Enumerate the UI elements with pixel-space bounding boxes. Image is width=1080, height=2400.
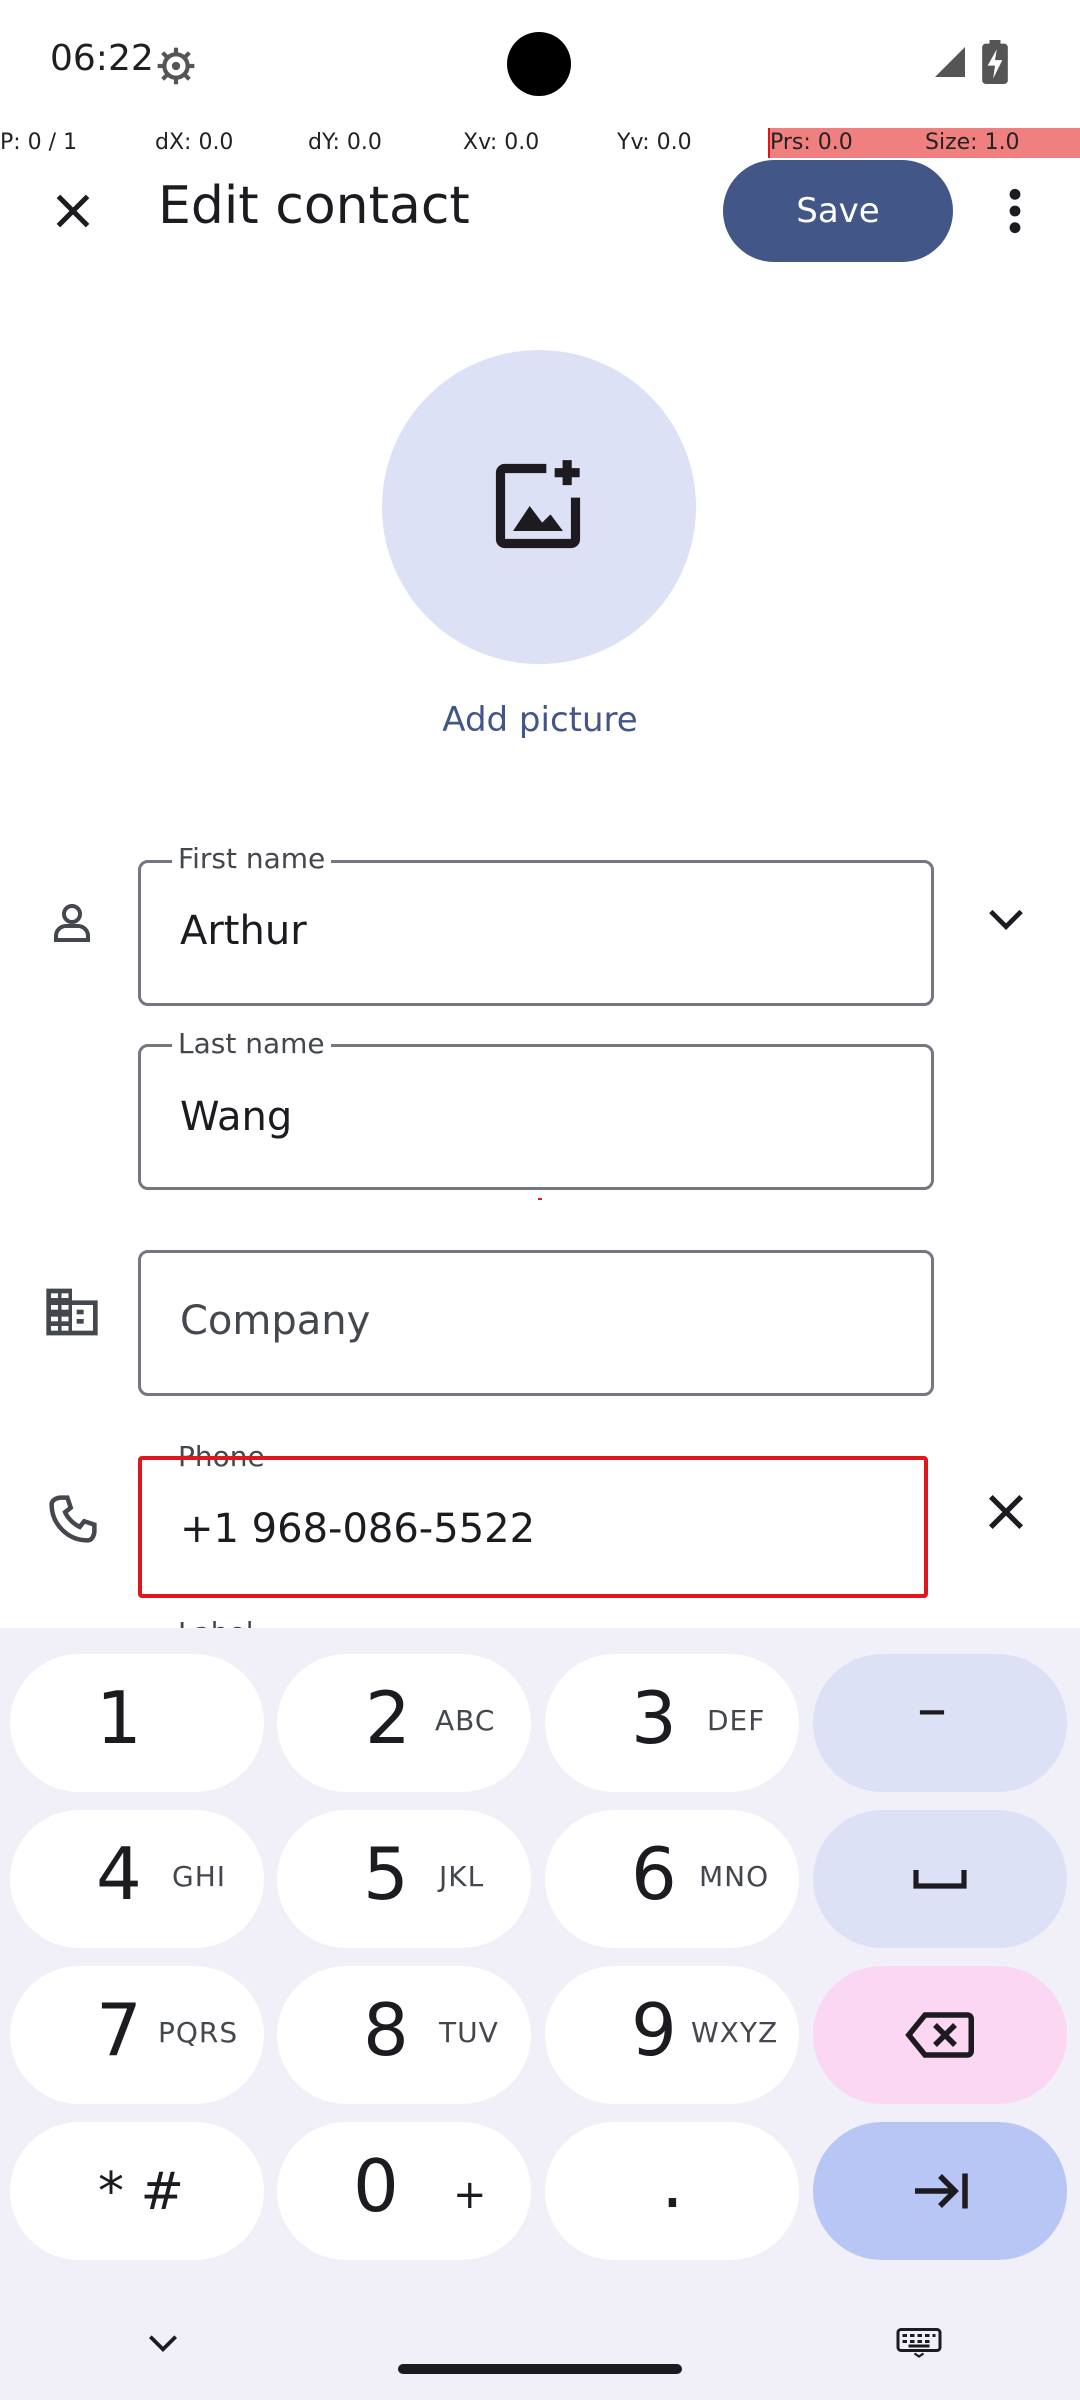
key-4[interactable]: 4 GHI: [10, 1810, 264, 1948]
key-2[interactable]: 2 ABC: [277, 1654, 531, 1792]
close-icon[interactable]: [48, 186, 98, 236]
phone-icon: [49, 1495, 97, 1543]
last-name-label: Last name: [172, 1027, 331, 1060]
key-2-letters: ABC: [435, 1704, 496, 1737]
keyboard-switch-icon[interactable]: [896, 2328, 942, 2358]
debug-yv: Yv: 0.0: [617, 130, 692, 155]
person-icon: [54, 904, 90, 942]
debug-dy: dY: 0.0: [308, 130, 382, 155]
add-photo-icon: [495, 460, 581, 549]
key-dash[interactable]: –: [813, 1654, 1067, 1792]
add-picture-link[interactable]: Add picture: [0, 700, 1080, 740]
key-1-digit: 1: [96, 1676, 142, 1760]
key-8[interactable]: 8 TUV: [277, 1966, 531, 2104]
key-6-digit: 6: [631, 1832, 677, 1916]
tab-next-icon: [915, 2173, 968, 2209]
touch-indicator: [538, 1198, 542, 1200]
gesture-nav-handle[interactable]: [398, 2364, 682, 2374]
key-backspace[interactable]: [813, 1966, 1067, 2104]
phone-type-label-partial: Label: [172, 1616, 260, 1628]
key-6-letters: MNO: [699, 1860, 770, 1893]
key-3[interactable]: 3 DEF: [545, 1654, 799, 1792]
key-period-symbol: .: [661, 2140, 684, 2224]
chevron-down-icon[interactable]: [980, 892, 1032, 944]
key-0-plus: +: [453, 2172, 488, 2218]
dash-symbol: –: [917, 1674, 947, 1744]
key-0-digit: 0: [353, 2144, 399, 2228]
key-1[interactable]: 1: [10, 1654, 264, 1792]
first-name-label: First name: [172, 842, 332, 875]
key-6[interactable]: 6 MNO: [545, 1810, 799, 1948]
space-bar-icon: [913, 1870, 967, 1889]
phone-value: +1 968-086-5522: [180, 1506, 536, 1552]
keyboard-hide-chevron-icon[interactable]: [144, 2328, 182, 2358]
key-4-digit: 4: [96, 1832, 142, 1916]
key-5-letters: JKL: [439, 1860, 485, 1893]
last-name-value: Wang: [180, 1094, 293, 1140]
settings-gear-icon: [157, 47, 195, 85]
key-star-hash-symbol: * #: [98, 2162, 185, 2222]
key-9-letters: WXYZ: [691, 2016, 779, 2049]
key-3-letters: DEF: [707, 1704, 766, 1737]
key-4-letters: GHI: [172, 1860, 227, 1893]
cell-signal-icon: [935, 47, 965, 77]
debug-xv: Xv: 0.0: [463, 130, 540, 155]
key-8-digit: 8: [363, 1988, 409, 2072]
camera-cutout: [507, 32, 571, 96]
save-button[interactable]: Save: [723, 160, 953, 262]
debug-dx: dX: 0.0: [155, 130, 234, 155]
key-9[interactable]: 9 WXYZ: [545, 1966, 799, 2104]
business-icon: [46, 1288, 98, 1336]
battery-charging-icon: [982, 40, 1008, 84]
company-placeholder: Company: [180, 1298, 371, 1344]
key-8-letters: TUV: [439, 2016, 499, 2049]
key-3-digit: 3: [631, 1676, 677, 1760]
page-title: Edit contact: [158, 176, 470, 236]
key-space[interactable]: [813, 1810, 1067, 1948]
remove-phone-icon[interactable]: [980, 1486, 1032, 1538]
debug-pointer: P: 0 / 1: [0, 130, 78, 155]
numeric-keyboard: 1 2 ABC 3 DEF – 4 GHI 5 JKL 6 MNO 7 PQRS…: [0, 1628, 1080, 2400]
backspace-icon: [905, 2012, 974, 2058]
key-star-hash[interactable]: * #: [10, 2122, 264, 2260]
key-9-digit: 9: [631, 1988, 677, 2072]
key-7-digit: 7: [96, 1988, 142, 2072]
key-next[interactable]: [813, 2122, 1067, 2260]
first-name-value: Arthur: [180, 908, 307, 954]
key-period[interactable]: .: [545, 2122, 799, 2260]
more-options-icon[interactable]: [1000, 186, 1030, 236]
key-2-digit: 2: [365, 1676, 411, 1760]
status-time: 06:22: [50, 38, 154, 79]
key-5[interactable]: 5 JKL: [277, 1810, 531, 1948]
debug-size: Size: 1.0: [925, 130, 1020, 155]
key-0[interactable]: 0 +: [277, 2122, 531, 2260]
debug-prs: Prs: 0.0: [770, 130, 853, 155]
key-7-letters: PQRS: [158, 2016, 239, 2049]
key-5-digit: 5: [363, 1832, 409, 1916]
key-7[interactable]: 7 PQRS: [10, 1966, 264, 2104]
